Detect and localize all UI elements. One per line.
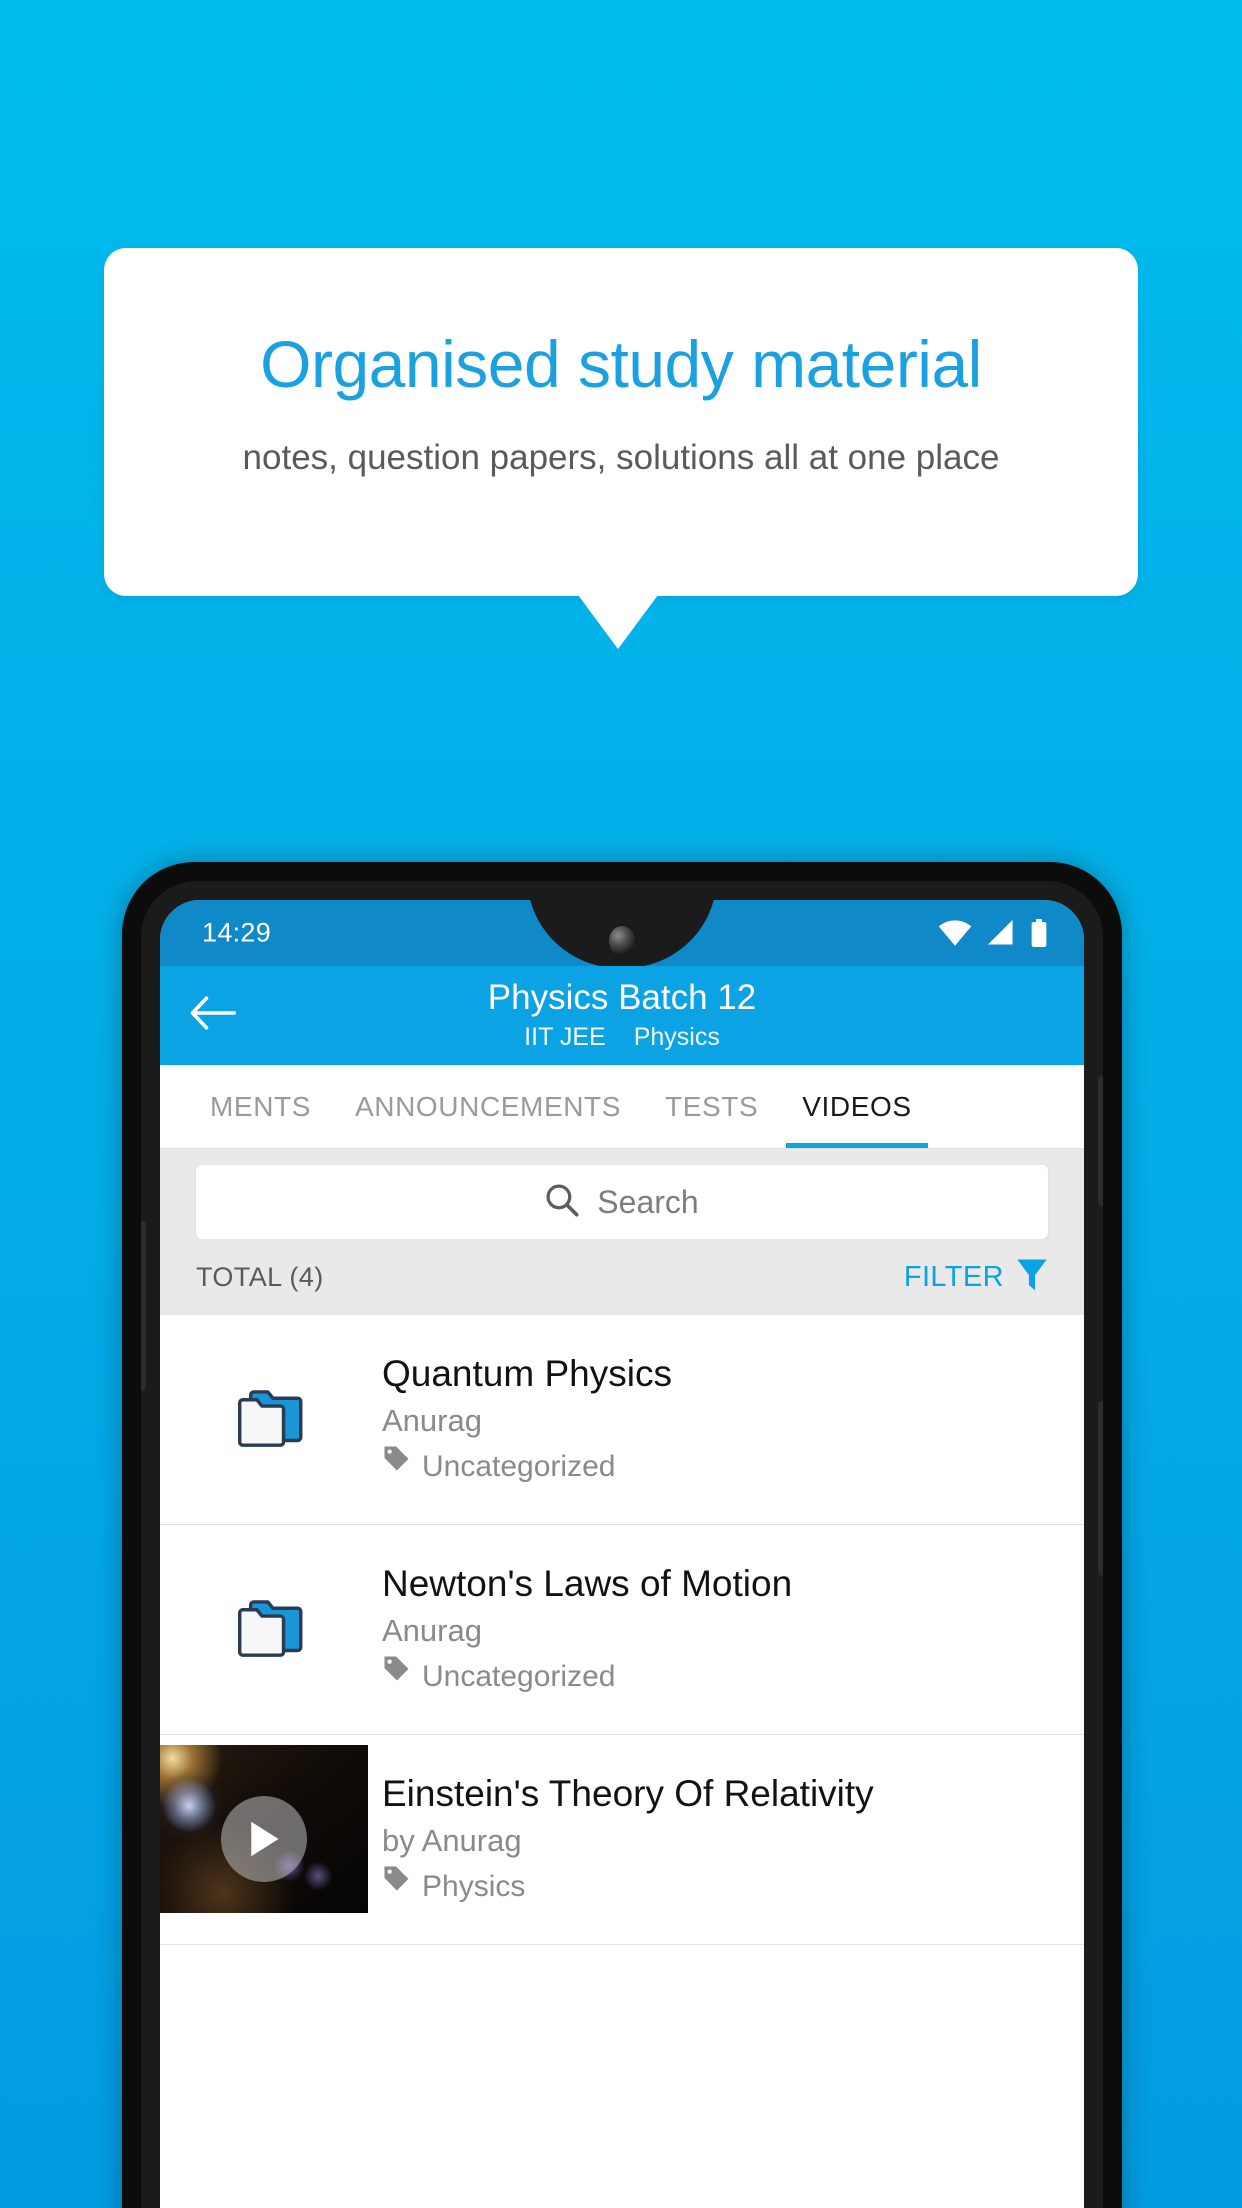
item-tag-row: Physics: [382, 1864, 1060, 1910]
folder-icon: [235, 1591, 307, 1668]
filter-row: TOTAL (4) FILTER: [160, 1239, 1084, 1315]
volume-button[interactable]: [1098, 1076, 1103, 1206]
status-icons: [938, 919, 1048, 947]
volume-down-button[interactable]: [141, 1221, 146, 1391]
item-tag-label: Physics: [422, 1869, 526, 1903]
app-bar: Physics Batch 12 IIT JEE Physics: [160, 966, 1084, 1065]
battery-icon: [1030, 919, 1048, 947]
power-button[interactable]: [1098, 1401, 1103, 1576]
list-item[interactable]: Newton's Laws of Motion Anurag Uncategor…: [160, 1525, 1084, 1735]
search-icon: [545, 1183, 579, 1222]
item-icon-cell: [160, 1591, 382, 1668]
signal-icon: [986, 920, 1016, 946]
phone-bezel: 14:29 Physics Batch 12 IIT JEE Physics M…: [141, 881, 1103, 2208]
app-bar-titles: Physics Batch 12 IIT JEE Physics: [160, 976, 1084, 1054]
item-author: by Anurag: [382, 1822, 522, 1858]
promo-title: Organised study material: [260, 327, 982, 401]
promo-subtitle: notes, question papers, solutions all at…: [242, 438, 1000, 477]
filter-label: FILTER: [903, 1260, 1004, 1293]
item-tag-row: Uncategorized: [382, 1444, 1060, 1490]
tab-announcements[interactable]: ANNOUNCEMENTS: [333, 1065, 643, 1148]
tab-videos[interactable]: VIDEOS: [780, 1065, 933, 1148]
item-body: Einstein's Theory Of Relativity by Anura…: [368, 1770, 1084, 1910]
camera-notch: [527, 900, 717, 968]
item-author: Anurag: [382, 1402, 482, 1438]
item-icon-cell: [160, 1745, 368, 1913]
search-input[interactable]: Search: [196, 1165, 1048, 1239]
tag-icon: [382, 1654, 410, 1700]
item-title: Quantum Physics: [382, 1352, 672, 1394]
tag-icon: [382, 1864, 410, 1910]
tag-icon: [382, 1444, 410, 1490]
status-time: 14:29: [202, 917, 272, 948]
item-title: Newton's Laws of Motion: [382, 1562, 793, 1604]
phone-screen: 14:29 Physics Batch 12 IIT JEE Physics M…: [160, 900, 1084, 2208]
item-tag-label: Uncategorized: [422, 1449, 616, 1483]
page-title: Physics Batch 12: [487, 978, 757, 1017]
folder-icon: [235, 1381, 307, 1458]
tab-bar: MENTS ANNOUNCEMENTS TESTS VIDEOS: [160, 1065, 1084, 1149]
content-list: Quantum Physics Anurag Uncategorized New…: [160, 1315, 1084, 1945]
search-placeholder: Search: [597, 1183, 699, 1220]
play-icon[interactable]: [221, 1796, 307, 1883]
filter-funnel-icon: [1016, 1258, 1048, 1297]
phone-device: 14:29 Physics Batch 12 IIT JEE Physics M…: [122, 862, 1122, 2208]
item-icon-cell: [160, 1381, 382, 1458]
item-author: Anurag: [382, 1612, 482, 1648]
list-item[interactable]: Einstein's Theory Of Relativity by Anura…: [160, 1735, 1084, 1945]
total-count-label: TOTAL (4): [196, 1261, 324, 1292]
tab-tests[interactable]: TESTS: [643, 1065, 780, 1148]
promo-bubble: Organised study material notes, question…: [104, 248, 1138, 596]
breadcrumb: IIT JEE Physics: [160, 1020, 1084, 1054]
video-thumbnail[interactable]: [160, 1745, 368, 1913]
filter-button[interactable]: FILTER: [904, 1258, 1048, 1297]
item-tag-label: Uncategorized: [422, 1659, 616, 1693]
list-item[interactable]: Quantum Physics Anurag Uncategorized: [160, 1315, 1084, 1525]
item-body: Quantum Physics Anurag Uncategorized: [382, 1350, 1084, 1490]
item-tag-row: Uncategorized: [382, 1654, 1060, 1700]
promo-bubble-tail: [578, 595, 658, 649]
breadcrumb-subject: Physics: [633, 1023, 720, 1051]
front-camera-icon: [609, 926, 635, 956]
tab-assignments[interactable]: MENTS: [188, 1065, 333, 1148]
item-title: Einstein's Theory Of Relativity: [382, 1772, 874, 1814]
status-bar: 14:29: [160, 900, 1084, 968]
wifi-icon: [938, 920, 972, 946]
breadcrumb-exam: IIT JEE: [524, 1023, 606, 1051]
item-body: Newton's Laws of Motion Anurag Uncategor…: [382, 1560, 1084, 1700]
search-area: Search: [160, 1149, 1084, 1239]
